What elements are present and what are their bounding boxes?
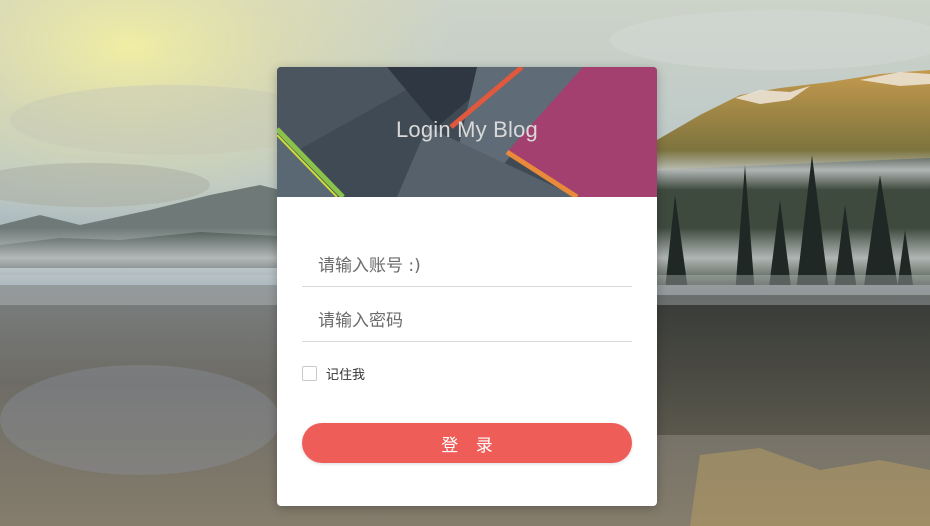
login-page: Login My Blog 记住我 登 录 — [0, 0, 930, 526]
password-field — [302, 301, 632, 342]
username-field — [302, 246, 632, 287]
login-card-header: Login My Blog — [277, 67, 657, 197]
remember-me-label: 记住我 — [326, 367, 366, 383]
login-button[interactable]: 登 录 — [302, 423, 632, 463]
password-input[interactable] — [302, 301, 632, 341]
login-title: Login My Blog — [395, 117, 538, 142]
remember-me-checkbox[interactable] — [302, 365, 317, 381]
username-input[interactable] — [302, 246, 632, 286]
login-card: Login My Blog 记住我 登 录 — [277, 67, 657, 506]
remember-me[interactable]: 记住我 — [302, 363, 365, 383]
